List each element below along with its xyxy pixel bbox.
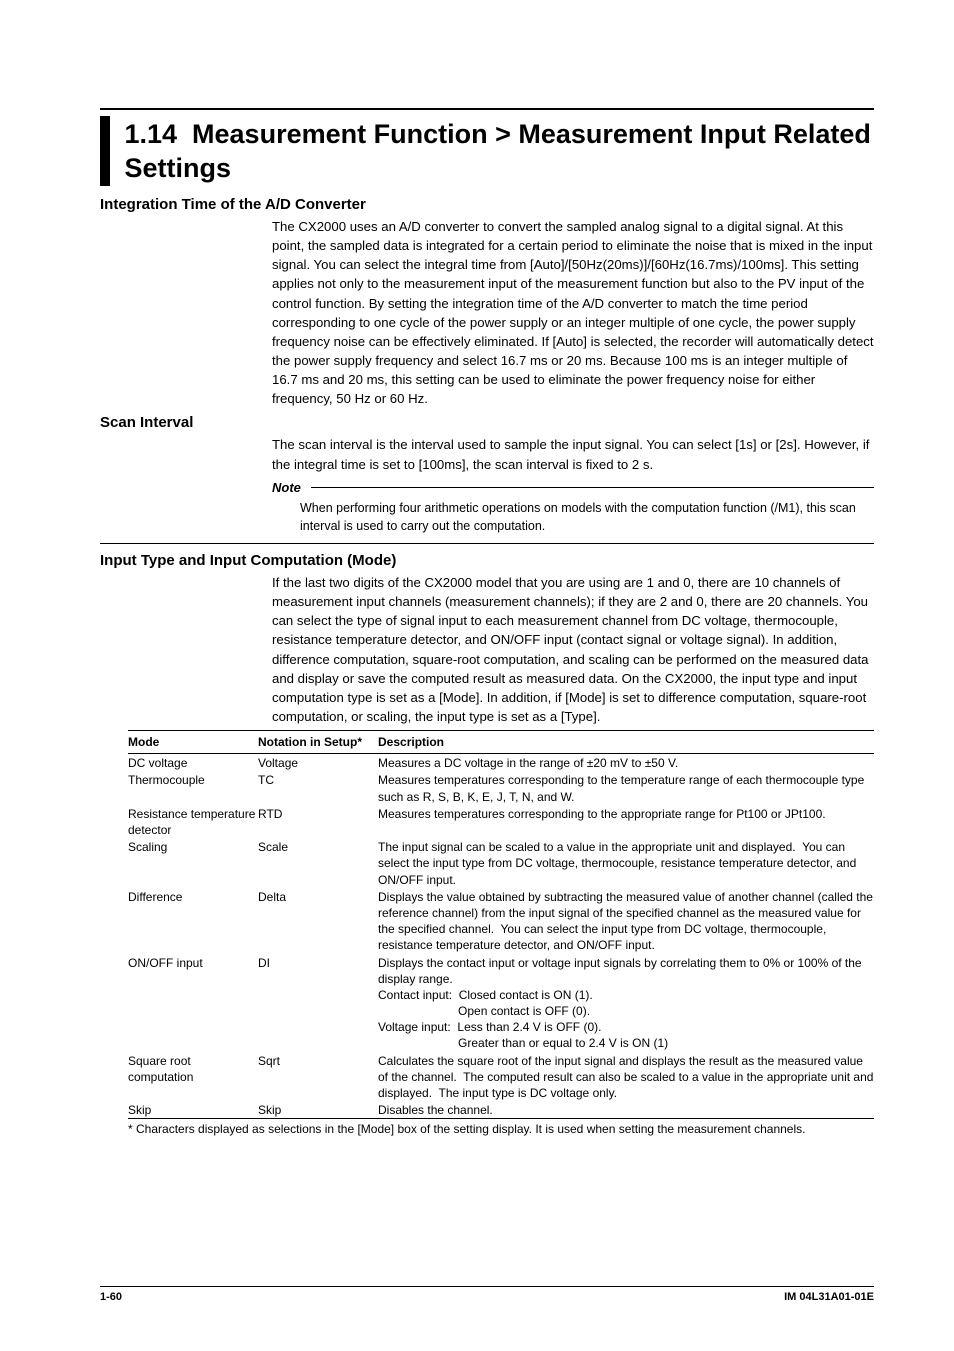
cell-mode: DC voltage — [128, 755, 258, 771]
cell-description: Measures a DC voltage in the range of ±2… — [378, 755, 874, 771]
page-number: 1-60 — [100, 1291, 122, 1303]
section-head-input-type: Input Type and Input Computation (Mode) — [100, 552, 874, 569]
doc-code: IM 04L31A01-01E — [784, 1291, 874, 1303]
cell-description: Calculates the square root of the input … — [378, 1053, 874, 1102]
cell-notation: Delta — [258, 889, 378, 954]
cell-notation: Voltage — [258, 755, 378, 771]
cell-notation: TC — [258, 772, 378, 804]
page-title: 1.14 Measurement Function > Measurement … — [124, 116, 874, 186]
table-footnote: * Characters displayed as selections in … — [128, 1118, 874, 1137]
cell-mode: Square root computation — [128, 1053, 258, 1102]
cell-description: Disables the channel. — [378, 1102, 874, 1118]
title-accent-bar — [100, 116, 110, 186]
table-row: ON/OFF inputDIDisplays the contact input… — [128, 954, 874, 1052]
note-row: Note — [272, 480, 874, 495]
section-body-integration: The CX2000 uses an A/D converter to conv… — [272, 217, 874, 408]
table-row: ThermocoupleTCMeasures temperatures corr… — [128, 771, 874, 804]
note-divider — [311, 487, 874, 488]
cell-description: The input signal can be scaled to a valu… — [378, 839, 874, 888]
section-head-integration: Integration Time of the A/D Converter — [100, 196, 874, 213]
cell-description: Measures temperatures corresponding to t… — [378, 772, 874, 804]
cell-description: Displays the contact input or voltage in… — [378, 955, 874, 1052]
note-body: When performing four arithmetic operatio… — [300, 499, 874, 535]
cell-description: Measures temperatures corresponding to t… — [378, 806, 874, 838]
cell-mode: Scaling — [128, 839, 258, 888]
title-number: 1.14 — [124, 119, 177, 149]
section-head-scan: Scan Interval — [100, 414, 874, 431]
table-header: Mode Notation in Setup* Description — [128, 730, 874, 754]
cell-notation: DI — [258, 955, 378, 1052]
cell-notation: RTD — [258, 806, 378, 838]
table-row: Square root computationSqrtCalculates th… — [128, 1052, 874, 1102]
cell-notation: Scale — [258, 839, 378, 888]
table-body: DC voltageVoltageMeasures a DC voltage i… — [128, 754, 874, 1118]
th-mode: Mode — [128, 734, 258, 750]
cell-notation: Sqrt — [258, 1053, 378, 1102]
cell-mode: Resistance temperature detector — [128, 806, 258, 838]
note-label: Note — [272, 480, 301, 495]
page-footer: 1-60 IM 04L31A01-01E — [100, 1286, 874, 1303]
divider — [100, 543, 874, 544]
mode-table: Mode Notation in Setup* Description DC v… — [128, 730, 874, 1138]
th-notation: Notation in Setup* — [258, 734, 378, 750]
table-row: ScalingScaleThe input signal can be scal… — [128, 838, 874, 888]
th-description: Description — [378, 734, 874, 750]
section-body-scan: The scan interval is the interval used t… — [272, 435, 874, 473]
table-row: DifferenceDeltaDisplays the value obtain… — [128, 888, 874, 954]
section-body-input-type: If the last two digits of the CX2000 mod… — [272, 573, 874, 726]
title-text: Measurement Function > Measurement Input… — [124, 119, 870, 183]
cell-mode: Skip — [128, 1102, 258, 1118]
table-row: DC voltageVoltageMeasures a DC voltage i… — [128, 754, 874, 771]
table-row: Resistance temperature detectorRTDMeasur… — [128, 805, 874, 838]
page-title-row: 1.14 Measurement Function > Measurement … — [100, 108, 874, 186]
table-row: SkipSkipDisables the channel. — [128, 1101, 874, 1118]
cell-mode: Difference — [128, 889, 258, 954]
cell-notation: Skip — [258, 1102, 378, 1118]
cell-mode: Thermocouple — [128, 772, 258, 804]
cell-description: Displays the value obtained by subtracti… — [378, 889, 874, 954]
cell-mode: ON/OFF input — [128, 955, 258, 1052]
